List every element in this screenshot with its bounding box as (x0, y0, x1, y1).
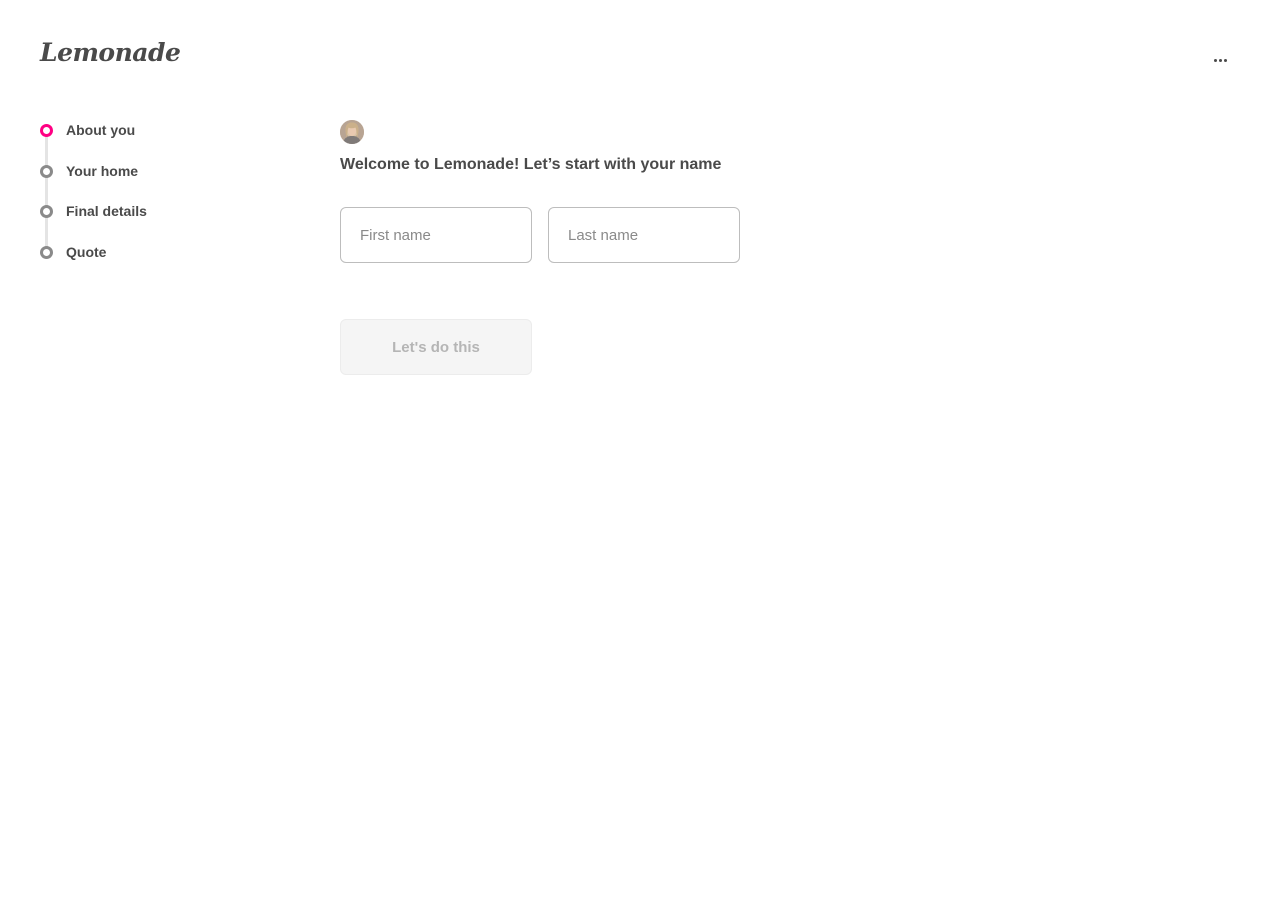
step-quote[interactable]: Quote (40, 242, 106, 262)
step-marker-icon (40, 245, 53, 259)
step-about-you[interactable]: About you (40, 120, 135, 140)
step-label: Final details (66, 203, 147, 219)
stepper-track (45, 130, 48, 252)
name-fields-row (340, 207, 940, 263)
lets-do-this-button[interactable]: Let's do this (340, 319, 532, 375)
avatar-person-icon (340, 120, 364, 144)
ellipsis-icon-dot (1218, 58, 1222, 62)
step-marker-active-icon (40, 123, 53, 137)
more-options-button[interactable] (1206, 50, 1234, 70)
ellipsis-icon (1213, 58, 1217, 62)
step-label: About you (66, 122, 136, 138)
step-final-details[interactable]: Final details (40, 201, 147, 221)
welcome-question: Welcome to Lemonade! Let’s start with yo… (340, 156, 722, 173)
main-content: Welcome to Lemonade! Let’s start with yo… (340, 120, 940, 375)
agent-avatar (340, 120, 364, 144)
last-name-input[interactable] (548, 207, 740, 263)
step-label: Quote (66, 244, 107, 260)
page: Lemonade About you Your home Final detai… (0, 0, 1280, 900)
progress-stepper: About you Your home Final details Quote (40, 120, 240, 270)
ellipsis-icon-dot (1223, 58, 1227, 62)
step-your-home[interactable]: Your home (40, 161, 138, 181)
step-marker-icon (40, 204, 53, 218)
first-name-input[interactable] (340, 207, 532, 263)
step-label: Your home (66, 163, 139, 179)
lemonade-logo[interactable]: Lemonade (40, 40, 181, 65)
step-marker-icon (40, 164, 53, 178)
